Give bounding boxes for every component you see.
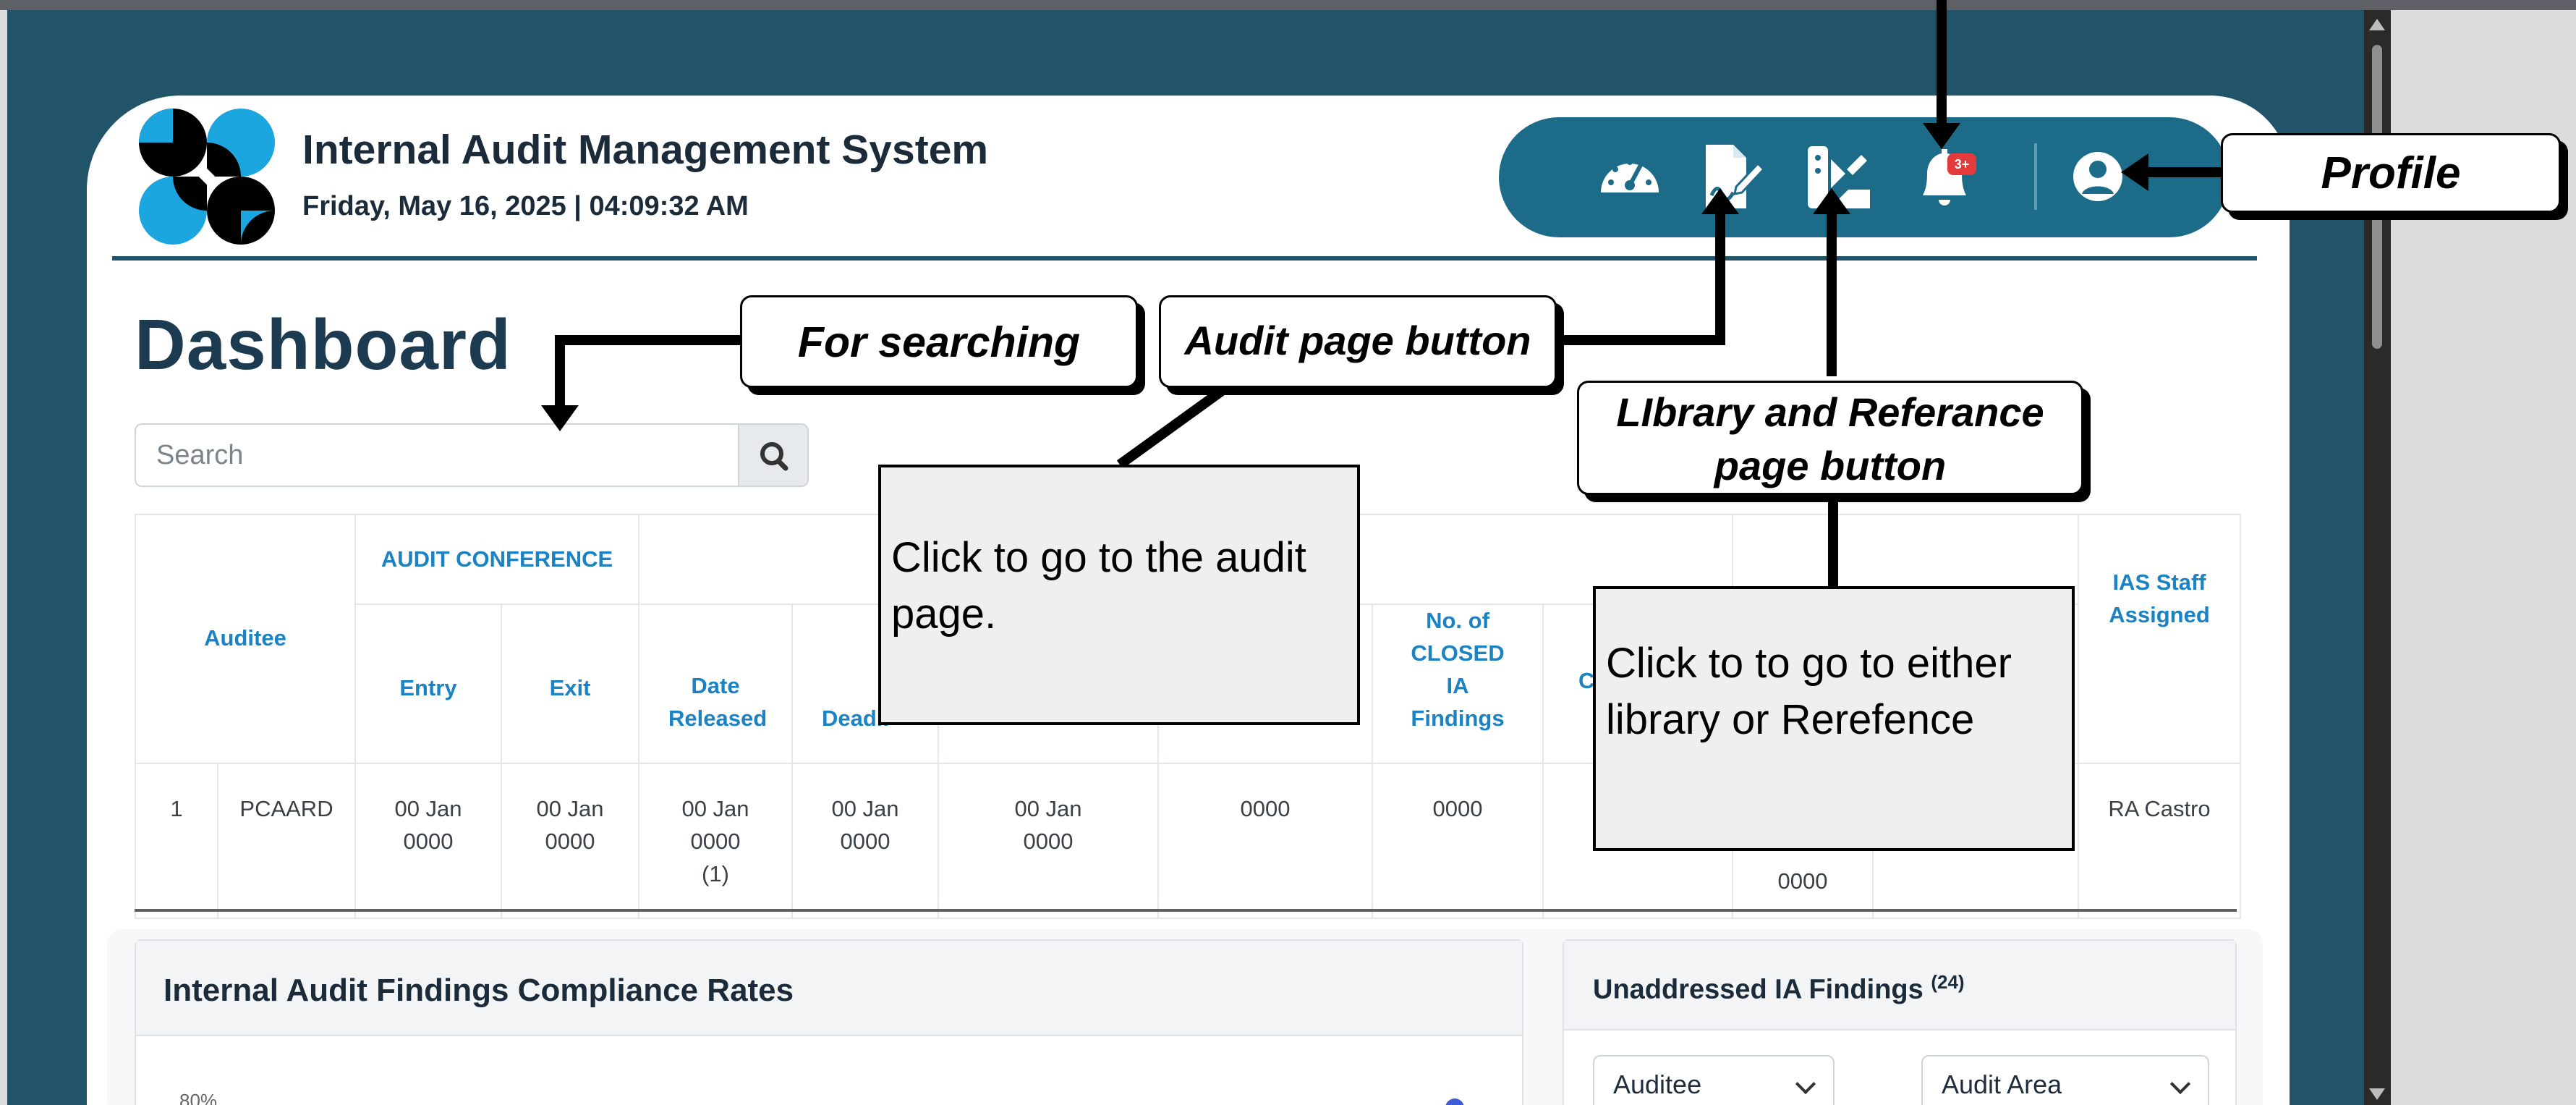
annotation-for-searching: For searching: [740, 295, 1138, 388]
annotation-profile: Profile: [2221, 133, 2561, 213]
header-divider: [112, 256, 2257, 261]
audit-signature-icon[interactable]: [1696, 142, 1765, 211]
header-exit: Exit: [501, 604, 639, 764]
cell-no-closed: 0000: [1372, 762, 1544, 919]
header-auditee: Auditee: [135, 514, 356, 764]
unaddressed-findings-title: Unaddressed IA Findings (24): [1593, 971, 1965, 1005]
header-audit-conference: AUDIT CONFERENCE: [354, 514, 639, 605]
panel-header: Internal Audit Findings Compliance Rates: [136, 941, 1522, 1036]
cell-deadline: 00 Jan 0000: [791, 762, 939, 919]
cell-ias-staff: RA Castro: [2078, 762, 2242, 919]
cell-num: 1: [135, 762, 218, 919]
chevron-down-icon: [2169, 1073, 2191, 1095]
annotation-library-reference: LIbrary and Referance page button: [1577, 381, 2083, 495]
findings-count: (24): [1931, 971, 1965, 993]
bell-icon[interactable]: 3+: [1910, 142, 1979, 211]
cell-date-released: 00 Jan 0000 (1): [638, 762, 793, 919]
scroll-up-arrow-icon[interactable]: [2369, 19, 2385, 30]
library-reference-note: Click to to go to either library or Rere…: [1593, 586, 2075, 851]
window-top-bar: [0, 0, 2576, 10]
chevron-down-icon: [1795, 1073, 1816, 1095]
cell-exit: 00 Jan 0000: [501, 762, 639, 919]
user-circle-icon[interactable]: [2063, 142, 2133, 211]
audit-page-note: Click to go to the audit page.: [878, 465, 1360, 725]
dashboard-icon[interactable]: [1595, 142, 1665, 211]
table-bottom-border: [135, 909, 2237, 912]
cell-auditee: PCAARD: [217, 762, 356, 919]
cell-entry: 00 Jan 0000: [354, 762, 502, 919]
app-logo: [139, 109, 275, 245]
current-datetime: Friday, May 16, 2025 | 04:09:32 AM: [302, 191, 749, 221]
y-axis-tick: 80%: [179, 1090, 218, 1105]
search-button[interactable]: [738, 423, 809, 487]
cell-col-7: 0000: [1157, 762, 1373, 919]
header-ias-staff: IAS Staff Assigned: [2078, 514, 2242, 764]
compliance-rates-title: Internal Audit Findings Compliance Rates: [163, 973, 794, 1008]
page-title: Dashboard: [135, 305, 511, 384]
header-date-released: Date Released: [638, 604, 793, 764]
auditee-select[interactable]: Auditee: [1593, 1055, 1835, 1105]
cell-col-6: 00 Jan 0000: [938, 762, 1159, 919]
search-icon: [760, 442, 788, 471]
search-input[interactable]: [135, 423, 738, 487]
data-point: [1445, 1098, 1464, 1105]
scroll-down-arrow-icon[interactable]: [2369, 1088, 2385, 1100]
notification-badge: 3+: [1955, 157, 1970, 172]
nav-divider: [2034, 143, 2037, 210]
app-title: Internal Audit Management System: [302, 127, 989, 173]
library-reference-icon[interactable]: [1803, 142, 1873, 211]
header-no-closed-findings: No. of CLOSED IA Findings: [1372, 604, 1544, 764]
unaddressed-findings-panel: Unaddressed IA Findings (24) Auditee Aud…: [1563, 939, 2237, 1105]
panel-header: Unaddressed IA Findings (24): [1564, 941, 2235, 1030]
header-entry: Entry: [354, 604, 502, 764]
audit-area-select[interactable]: Audit Area: [1921, 1055, 2209, 1105]
compliance-rates-panel: Internal Audit Findings Compliance Rates…: [135, 939, 1523, 1105]
annotation-audit-page-button: Audit page button: [1159, 295, 1557, 388]
